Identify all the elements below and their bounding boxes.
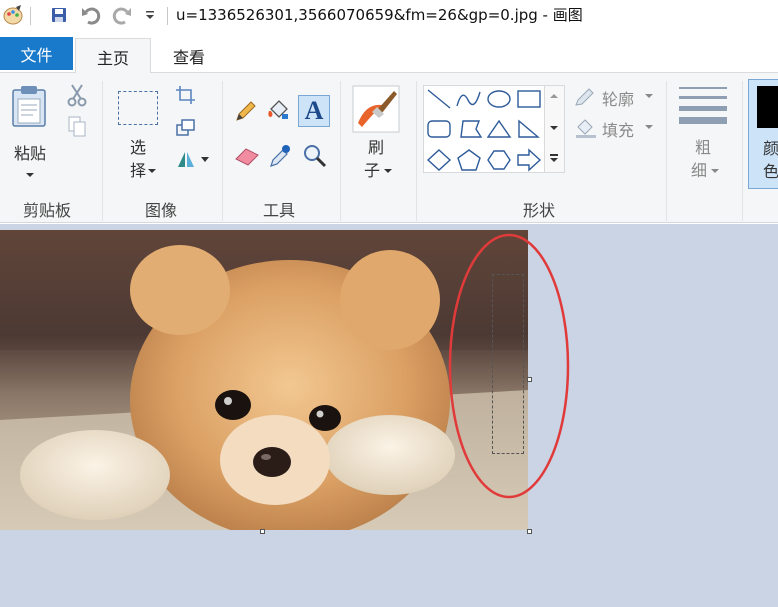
brushes-dropdown-icon xyxy=(384,169,392,173)
eraser-icon[interactable] xyxy=(234,145,260,167)
triangle-shape-icon xyxy=(486,119,512,138)
select-rectangle-icon xyxy=(118,91,158,125)
diamond-shape-icon xyxy=(426,149,452,171)
title-bar: u=1336526301,3566070659&fm=26&gp=0.jpg -… xyxy=(0,0,778,34)
outline-button[interactable]: 轮廓 xyxy=(574,85,660,109)
gallery-down-icon[interactable] xyxy=(550,126,558,130)
rectangle-shape-icon xyxy=(517,90,541,108)
color1-label-bottom: 色 xyxy=(762,162,778,181)
copy-icon[interactable] xyxy=(66,115,88,139)
brushes-label-top: 刷 xyxy=(367,138,384,157)
red-annotation-circle xyxy=(448,233,570,499)
text-a-icon: A xyxy=(304,96,324,125)
fill-bucket-small-icon xyxy=(576,119,596,138)
outline-dropdown-icon xyxy=(645,94,653,98)
color1-button[interactable]: 颜 色 xyxy=(748,79,778,189)
image-group-label: 图像 xyxy=(144,201,177,220)
rotate-icon[interactable] xyxy=(175,149,211,169)
shapes-gallery-scroll[interactable] xyxy=(545,85,565,173)
shapes-group-label: 形状 xyxy=(522,201,555,220)
shapes-gallery-grid xyxy=(426,89,542,172)
ribbon-tabs: 文件 主页 查看 xyxy=(0,34,778,74)
outline-label: 轮廓 xyxy=(602,90,635,109)
line-shape-icon xyxy=(427,89,451,109)
gallery-expand-icon[interactable] xyxy=(550,154,558,162)
ribbon-home: 粘贴 剪贴板 选 择 图像 A 工具 刷 子 轮廓 填充 形状 粗 细 颜 色 xyxy=(0,73,778,223)
shapes-gallery[interactable] xyxy=(423,85,545,173)
clipboard-group-label: 剪贴板 xyxy=(22,201,71,220)
arrow-shape-icon xyxy=(517,148,542,172)
brush-icon xyxy=(352,85,400,133)
window-title: u=1336526301,3566070659&fm=26&gp=0.jpg -… xyxy=(176,6,583,24)
hexagon-shape-icon xyxy=(487,150,511,170)
undo-icon[interactable] xyxy=(80,4,102,26)
select-dropdown-icon xyxy=(148,169,156,173)
canvas-workspace[interactable] xyxy=(0,224,778,607)
polygon-shape-icon xyxy=(460,120,483,138)
select-button[interactable]: 选 择 xyxy=(114,87,162,187)
gallery-up-icon[interactable] xyxy=(550,94,558,98)
size-label-top: 粗 xyxy=(694,138,711,157)
fill-bucket-icon[interactable] xyxy=(266,97,292,123)
tab-home[interactable]: 主页 xyxy=(75,38,151,74)
right-triangle-shape-icon xyxy=(518,119,540,138)
line-width-icon xyxy=(679,87,727,124)
brushes-button[interactable]: 刷 子 xyxy=(350,83,402,191)
fill-label: 填充 xyxy=(602,121,635,140)
magnifier-icon[interactable] xyxy=(302,143,328,169)
customize-dropdown-icon[interactable] xyxy=(139,4,161,26)
resize-icon[interactable] xyxy=(175,118,197,138)
select-label-top: 选 xyxy=(129,138,146,157)
tab-view[interactable]: 查看 xyxy=(151,38,227,73)
canvas-resize-handle-corner[interactable] xyxy=(527,529,532,534)
color1-label-top: 颜 xyxy=(762,139,778,158)
tools-group-label: 工具 xyxy=(262,201,295,220)
color1-swatch xyxy=(757,86,778,128)
tab-file[interactable]: 文件 xyxy=(0,37,73,70)
clipboard-icon xyxy=(12,86,46,127)
rounded-rectangle-shape-icon xyxy=(427,120,451,138)
color-picker-icon[interactable] xyxy=(268,143,292,169)
size-button[interactable]: 粗 细 xyxy=(674,83,732,191)
pencil-icon[interactable] xyxy=(234,99,258,123)
text-tool-button[interactable]: A xyxy=(298,95,330,127)
outline-pencil-icon xyxy=(575,88,594,106)
canvas-resize-handle-bottom[interactable] xyxy=(260,529,265,534)
fill-button[interactable]: 填充 xyxy=(574,116,660,140)
paste-dropdown-icon xyxy=(26,173,34,177)
crop-icon[interactable] xyxy=(175,85,197,105)
oval-shape-icon xyxy=(487,90,511,108)
paint-app-icon[interactable] xyxy=(2,4,24,26)
save-icon[interactable] xyxy=(48,4,70,26)
paste-button[interactable]: 粘贴 xyxy=(6,81,52,191)
paste-label: 粘贴 xyxy=(13,144,46,163)
cut-icon[interactable] xyxy=(66,83,88,107)
redo-icon[interactable] xyxy=(111,4,133,26)
pentagon-shape-icon xyxy=(457,149,481,171)
fill-dropdown-icon xyxy=(645,125,653,129)
curve-shape-icon xyxy=(456,91,481,107)
size-dropdown-icon xyxy=(711,169,719,173)
